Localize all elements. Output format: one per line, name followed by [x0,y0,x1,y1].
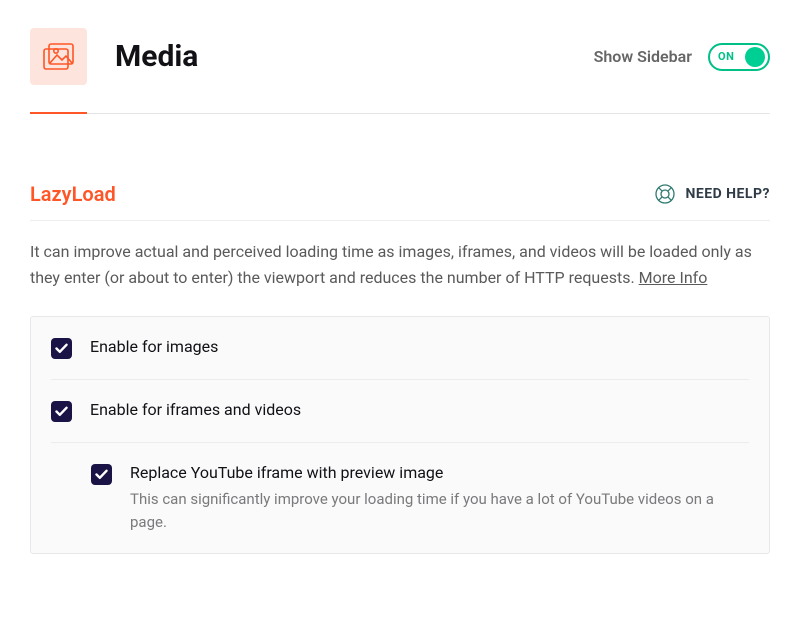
option-youtube-preview: Replace YouTube iframe with preview imag… [51,443,749,553]
media-icon [43,43,75,71]
toggle-knob [745,47,765,67]
option-enable-images: Enable for images [51,317,749,380]
header-left: Media [30,28,198,85]
options-panel: Enable for images Enable for iframes and… [30,316,770,554]
header-right: Show Sidebar ON [594,43,770,71]
checkbox-enable-iframes[interactable] [51,401,72,422]
lifesaver-icon [655,184,675,204]
checkbox-enable-images[interactable] [51,338,72,359]
option-body: Enable for iframes and videos [90,400,749,419]
option-body: Enable for images [90,337,749,356]
checkbox-youtube-preview[interactable] [91,464,112,485]
checkmark-icon [55,343,68,354]
page-title: Media [115,39,198,74]
page-header: Media Show Sidebar ON [30,28,770,114]
toggle-state-label: ON [718,50,734,63]
more-info-link[interactable]: More Info [639,268,708,287]
section-header: LazyLoad NEED HELP? [30,182,770,221]
sidebar-toggle[interactable]: ON [708,43,770,71]
option-description: This can significantly improve your load… [130,488,749,533]
media-icon-box [30,28,87,85]
checkmark-icon [95,469,108,480]
option-label: Enable for iframes and videos [90,400,749,419]
need-help-label: NEED HELP? [685,186,770,202]
option-enable-iframes: Enable for iframes and videos [51,380,749,443]
section-description: It can improve actual and perceived load… [30,239,770,290]
section-title: LazyLoad [30,182,116,206]
option-body: Replace YouTube iframe with preview imag… [130,463,749,533]
checkmark-icon [55,406,68,417]
need-help-link[interactable]: NEED HELP? [655,184,770,204]
option-label: Enable for images [90,337,749,356]
option-label: Replace YouTube iframe with preview imag… [130,463,749,482]
show-sidebar-label: Show Sidebar [594,47,692,66]
